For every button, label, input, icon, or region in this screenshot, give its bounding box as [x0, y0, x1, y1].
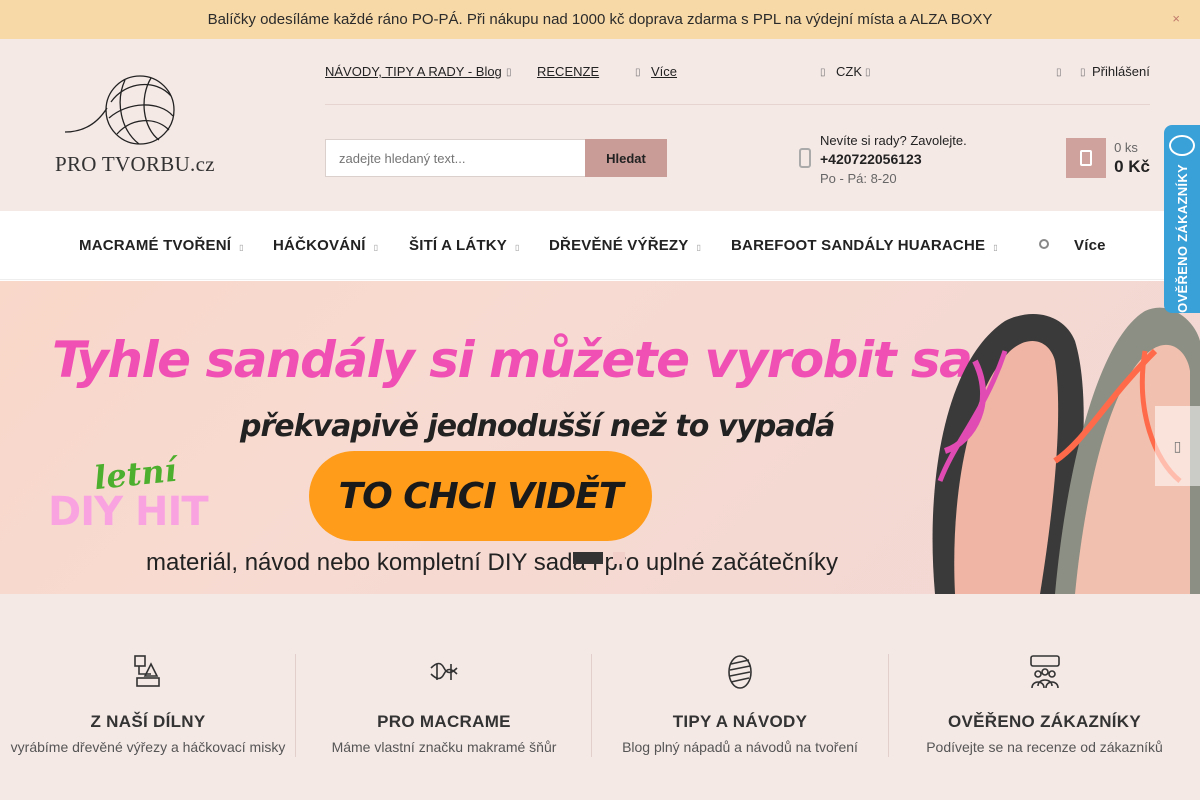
help-phone[interactable]: +420722056123 — [820, 150, 967, 169]
chevron-down-icon: ▯ — [239, 243, 244, 252]
cart-price: 0 Kč — [1114, 157, 1150, 176]
header-divider — [325, 104, 1150, 105]
feature-title: PRO MACRAME — [377, 712, 511, 731]
workshop-icon — [134, 655, 160, 687]
customers-icon — [1029, 655, 1060, 689]
feature-title: TIPY A NÁVODY — [672, 712, 808, 731]
banner-bottom-text: materiál, návod nebo kompletní DIY sada … — [146, 549, 838, 576]
verified-badge[interactable]: OVĚŘENO ZÁKAZNÍKY — [1164, 125, 1200, 313]
feature-tips[interactable]: TIPY A NÁVODY Blog plný nápadů a návodů … — [592, 654, 888, 756]
help-prompt: Nevíte si rady? Zavolejte. — [820, 133, 967, 148]
search-icon[interactable] — [1039, 239, 1049, 249]
slider-dot[interactable] — [613, 552, 625, 564]
macrame-icon — [430, 662, 458, 680]
chevron-down-icon: ▯ — [993, 243, 998, 252]
feature-macrame[interactable]: PRO MACRAME Máme vlastní značku makramé … — [296, 654, 592, 756]
chevron-down-icon: ▯ — [373, 243, 379, 252]
chevron-down-icon: ▯ — [514, 243, 520, 252]
yarn-logo-icon — [64, 75, 175, 145]
verified-badge-text: OVĚŘENO ZÁKAZNÍKY — [1174, 164, 1190, 313]
hero-banner[interactable]: Tyhle sandály si můžete vyrobit sami pře… — [0, 281, 1200, 594]
banner-title: Tyhle sandály si můžete vyrobit sami — [52, 331, 1039, 389]
phone-icon — [799, 148, 811, 168]
more-link[interactable]: Více — [651, 64, 677, 79]
cart-qty: 0 ks — [1114, 140, 1138, 155]
nav-item-sandals[interactable]: BAREFOOT SANDÁLY HUARACHE ▯ — [731, 237, 998, 254]
cart-icon — [1080, 150, 1092, 166]
logo-text: PRO TVORBU.cz — [55, 152, 215, 176]
announcement-text: Balíčky odesíláme každé ráno PO-PÁ. Při … — [207, 11, 993, 28]
nav-item-sewing[interactable]: ŠITÍ A LÁTKY ▯ — [409, 237, 520, 254]
chevron-right-icon: ▯ — [1173, 437, 1182, 454]
banner-cta-button[interactable]: TO CHCI VIDĚT — [309, 451, 652, 541]
feature-desc: Máme vlastní značku makramé šňůr — [331, 739, 557, 755]
currency-caret-icon: ▯ — [865, 67, 871, 78]
yarn-icon — [728, 655, 752, 689]
main-nav: MACRAMÉ TVOŘENÍ ▯ HÁČKOVÁNÍ ▯ ŠITÍ A LÁTKY… — [0, 211, 1200, 280]
verified-seal-icon — [1169, 135, 1195, 157]
feature-desc: Podívejte se na recenze od zákazníků — [926, 739, 1163, 755]
nav-more[interactable]: Více — [1074, 237, 1106, 254]
banner-subtitle: překvapivě jednodušší než to vypadá — [240, 409, 835, 444]
blog-caret-icon: ▯ — [506, 67, 512, 78]
login-icon: ▯ — [1080, 67, 1086, 78]
nav-item-label: DŘEVĚNÉ VÝŘEZY — [549, 237, 689, 254]
feature-title: Z NAŠÍ DÍLNY — [90, 712, 206, 731]
banner-diyhit: DIY HIT — [48, 489, 209, 535]
feature-desc: vyrábíme dřevěné výřezy a háčkovací misk… — [10, 739, 286, 755]
search-button[interactable]: Hledat — [585, 139, 667, 177]
help-contact: Nevíte si rady? Zavolejte. +420722056123… — [820, 131, 967, 188]
blog-link-label: NÁVODY, TIPY A RADY - Blog — [325, 64, 502, 79]
nav-item-label: BAREFOOT SANDÁLY HUARACHE — [731, 237, 986, 254]
announcement-bar: Balíčky odesíláme každé ráno PO-PÁ. Při … — [0, 0, 1200, 39]
feature-title: OVĚŘENO ZÁKAZNÍKY — [947, 712, 1142, 731]
currency-selector[interactable]: CZK — [836, 64, 862, 79]
reviews-link[interactable]: RECENZE — [537, 64, 599, 79]
nav-item-crochet[interactable]: HÁČKOVÁNÍ ▯ — [273, 237, 378, 254]
nav-item-wooden[interactable]: DŘEVĚNÉ VÝŘEZY ▯ — [549, 237, 701, 254]
account-icon: ▯ — [1056, 67, 1062, 78]
help-hours: Po - Pá: 8-20 — [820, 171, 897, 186]
slider-dot-active[interactable] — [573, 552, 603, 564]
logo[interactable]: PRO TVORBU.cz — [55, 72, 215, 182]
currency-icon: ▯ — [820, 67, 826, 78]
blog-link[interactable]: NÁVODY, TIPY A RADY - Blog — [325, 64, 502, 79]
search-input[interactable] — [325, 139, 586, 177]
feature-desc: Blog plný nápadů a návodů na tvoření — [622, 739, 858, 755]
more-dots-icon: ▯ — [635, 67, 641, 78]
feature-verified[interactable]: OVĚŘENO ZÁKAZNÍKY Podívejte se na recenz… — [889, 654, 1200, 756]
feature-workshop[interactable]: Z NAŠÍ DÍLNY vyrábíme dřevěné výřezy a h… — [0, 654, 296, 756]
nav-item-label: HÁČKOVÁNÍ — [273, 237, 366, 254]
chevron-down-icon: ▯ — [696, 243, 702, 252]
login-link[interactable]: Přihlášení — [1092, 64, 1150, 79]
header: PRO TVORBU.cz NÁVODY, TIPY A RADY - Blog… — [0, 39, 1200, 211]
close-icon[interactable]: × — [1172, 11, 1180, 26]
nav-item-label: ŠITÍ A LÁTKY — [409, 237, 507, 254]
cart-button[interactable] — [1066, 138, 1106, 178]
banner-next-arrow[interactable]: ▯ — [1155, 406, 1200, 486]
cart-summary[interactable]: 0 ks 0 Kč — [1114, 140, 1150, 177]
nav-item-label: MACRAMÉ TVOŘENÍ — [79, 237, 232, 254]
nav-item-macrame[interactable]: MACRAMÉ TVOŘENÍ ▯ — [79, 237, 244, 254]
